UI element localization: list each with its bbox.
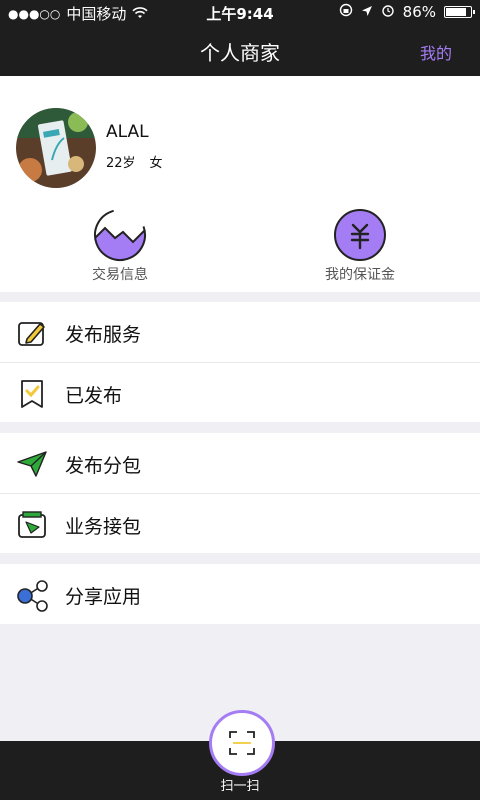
inbox-plane-icon <box>16 509 48 541</box>
status-right: 86% <box>339 3 475 21</box>
published-item[interactable]: 已发布 <box>0 362 480 422</box>
alarm-icon <box>381 3 395 21</box>
publish-subpackage-label: 发布分包 <box>65 455 142 477</box>
avatar[interactable] <box>16 108 96 188</box>
page-title: 个人商家 <box>200 41 280 65</box>
check-bookmark-icon <box>16 378 48 410</box>
profile-age: 22岁 <box>106 156 136 171</box>
battery-fill <box>446 8 467 16</box>
menu-group-share: 分享应用 <box>0 564 480 624</box>
receive-package-item[interactable]: 业务接包 <box>0 493 480 553</box>
location-icon <box>361 3 373 21</box>
nav-bar: 个人商家 我的 <box>0 24 480 76</box>
wave-circle-icon <box>93 208 147 262</box>
menu-group-package: 发布分包 业务接包 <box>0 433 480 553</box>
status-bar: ●●●○○ 中国移动 上午9:44 86% <box>0 0 480 24</box>
publish-subpackage-item[interactable]: 发布分包 <box>0 433 480 493</box>
yuan-coin-icon <box>333 208 387 262</box>
profile-meta: 22岁 女 <box>106 152 163 171</box>
mine-link[interactable]: 我的 <box>420 40 452 64</box>
scan-icon <box>229 731 255 755</box>
pencil-icon <box>16 317 48 349</box>
profile-name: ALAL <box>106 122 149 142</box>
share-app-label: 分享应用 <box>65 586 142 608</box>
deposit-label: 我的保证金 <box>325 267 395 283</box>
profile-gender: 女 <box>149 156 163 171</box>
published-label: 已发布 <box>65 385 123 407</box>
share-app-item[interactable]: 分享应用 <box>0 564 480 624</box>
trade-info-label: 交易信息 <box>92 267 148 283</box>
publish-service-label: 发布服务 <box>65 324 142 346</box>
profile-card: ALAL 22岁 女 交易信息 我的保证金 <box>0 76 480 292</box>
deposit-button[interactable]: 我的保证金 <box>290 208 430 284</box>
scan-label: 扫一扫 <box>220 779 260 794</box>
receive-package-label: 业务接包 <box>65 516 142 538</box>
paper-plane-icon <box>16 448 48 480</box>
trade-info-button[interactable]: 交易信息 <box>50 208 190 284</box>
menu-group-publish: 发布服务 已发布 <box>0 302 480 422</box>
rotation-lock-icon <box>339 3 353 21</box>
battery-icon <box>444 6 475 18</box>
battery-percent: 86% <box>402 3 436 21</box>
share-nodes-icon <box>16 579 48 612</box>
scan-button[interactable] <box>209 710 275 776</box>
publish-service-item[interactable]: 发布服务 <box>0 302 480 362</box>
